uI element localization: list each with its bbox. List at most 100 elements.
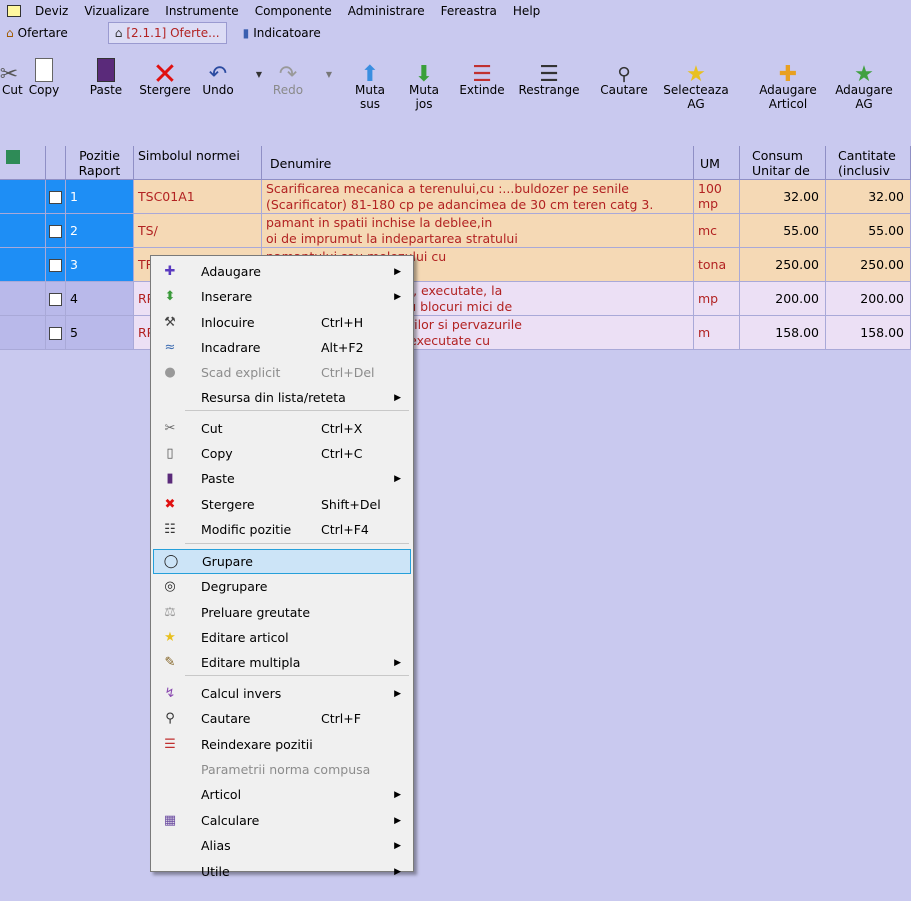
row-checkbox[interactable]: [49, 327, 62, 340]
row-checkbox[interactable]: [49, 293, 62, 306]
header-check[interactable]: [46, 146, 66, 180]
menu-deviz[interactable]: Deviz: [27, 4, 76, 18]
row-checkbox[interactable]: [49, 191, 62, 204]
menu-item-grupare[interactable]: ◯ Grupare: [153, 549, 411, 574]
row-check-cell[interactable]: [46, 282, 66, 316]
menu-item-stergere[interactable]: ✖ Stergere Shift+Del: [153, 492, 411, 517]
selecteaza-ag-button[interactable]: ★ Selecteaza AG: [660, 48, 732, 112]
row-indicator[interactable]: [0, 180, 46, 214]
cell-cantitate[interactable]: 32.00: [826, 180, 911, 214]
menu-item-paste[interactable]: ▮ Paste ▶: [153, 466, 411, 491]
row-checkbox[interactable]: [49, 259, 62, 272]
adaugare-articol-button[interactable]: ✚ Adaugare Articol: [756, 48, 820, 112]
redo-button[interactable]: ↷ Redo: [268, 48, 308, 98]
row-check-cell[interactable]: [46, 248, 66, 282]
app-menu-icon[interactable]: [7, 5, 21, 17]
cell-pozitie[interactable]: 2: [66, 214, 134, 248]
cautare-button[interactable]: ⚲ Cautare: [596, 48, 652, 98]
tab-oferte[interactable]: ⌂ [2.1.1] Oferte...: [107, 22, 227, 44]
menu-item-utile[interactable]: Utile ▶: [153, 859, 411, 884]
cell-um[interactable]: mp: [694, 282, 740, 316]
extinde-button[interactable]: ☰ Extinde: [454, 48, 510, 98]
header-cantitate[interactable]: Cantitate (inclusiv: [826, 146, 911, 180]
cell-um[interactable]: 100 mp: [694, 180, 740, 214]
tab-indicatoare[interactable]: ▮ Indicatoare: [237, 23, 327, 43]
menu-item-editare-articol[interactable]: ★ Editare articol: [153, 625, 411, 650]
menu-item-parametrii-norma-compusa[interactable]: Parametrii norma compusa: [153, 757, 411, 782]
menu-item-inlocuire[interactable]: ⚒ Inlocuire Ctrl+H: [153, 310, 411, 335]
row-checkbox[interactable]: [49, 225, 62, 238]
menu-item-articol[interactable]: Articol ▶: [153, 782, 411, 807]
menu-item-scad-explicit[interactable]: ● Scad explicit Ctrl+Del: [153, 360, 411, 385]
row-indicator[interactable]: [0, 248, 46, 282]
copy-button[interactable]: Copy: [24, 48, 64, 97]
cell-pozitie[interactable]: 4: [66, 282, 134, 316]
menu-fereastra[interactable]: Fereastra: [433, 4, 505, 18]
cell-simbol[interactable]: TSC01A1: [134, 180, 262, 214]
paste-button[interactable]: Paste: [86, 48, 126, 97]
row-check-cell[interactable]: [46, 214, 66, 248]
menu-item-resursa-din-lista-reteta[interactable]: Resursa din lista/reteta ▶: [153, 385, 411, 410]
header-pozitie[interactable]: Pozitie Raport: [66, 146, 134, 180]
cell-cantitate[interactable]: 200.00: [826, 282, 911, 316]
cell-um[interactable]: m: [694, 316, 740, 350]
menu-help[interactable]: Help: [505, 4, 548, 18]
submenu-arrow-icon: ▶: [394, 291, 401, 302]
cell-cantitate[interactable]: 55.00: [826, 214, 911, 248]
cell-pozitie[interactable]: 5: [66, 316, 134, 350]
cell-simbol[interactable]: TS/: [134, 214, 262, 248]
cell-consum[interactable]: 200.00: [740, 282, 826, 316]
undo-dropdown[interactable]: ▼: [252, 66, 266, 82]
muta-sus-button[interactable]: ⬆ Muta sus: [352, 48, 388, 112]
menu-componente[interactable]: Componente: [247, 4, 340, 18]
cell-um[interactable]: tona: [694, 248, 740, 282]
stergere-button[interactable]: ✕ Stergere: [136, 48, 194, 98]
row-indicator[interactable]: [0, 316, 46, 350]
row-check-cell[interactable]: [46, 316, 66, 350]
muta-jos-button[interactable]: ⬇ Muta jos: [406, 48, 442, 112]
cell-pozitie[interactable]: 3: [66, 248, 134, 282]
header-simbol[interactable]: Simbolul normei: [134, 146, 262, 180]
menu-item-editare-multipla[interactable]: ✎ Editare multipla ▶: [153, 650, 411, 675]
menu-item-preluare-greutate[interactable]: ⚖ Preluare greutate: [153, 600, 411, 625]
menu-item-calcul-invers[interactable]: ↯ Calcul invers ▶: [153, 681, 411, 706]
header-consum[interactable]: Consum Unitar de: [740, 146, 826, 180]
cell-cantitate[interactable]: 250.00: [826, 248, 911, 282]
menu-item-modific-pozitie[interactable]: ☷ Modific pozitie Ctrl+F4: [153, 517, 411, 542]
undo-button[interactable]: ↶ Undo: [198, 48, 238, 98]
cell-consum[interactable]: 55.00: [740, 214, 826, 248]
menu-item-calculare[interactable]: ▦ Calculare ▶: [153, 808, 411, 833]
row-indicator[interactable]: [0, 282, 46, 316]
menu-item-incadrare[interactable]: ≈ Incadrare Alt+F2: [153, 335, 411, 360]
cell-consum[interactable]: 250.00: [740, 248, 826, 282]
grid-corner[interactable]: [0, 146, 46, 180]
menu-instrumente[interactable]: Instrumente: [157, 4, 246, 18]
cell-pozitie[interactable]: 1: [66, 180, 134, 214]
cut-button[interactable]: ✂ Cut: [0, 48, 23, 98]
menu-item-degrupare[interactable]: ◎ Degrupare: [153, 574, 411, 599]
cell-denumire[interactable]: pamant in spatii inchise la deblee,in oi …: [262, 214, 694, 248]
cell-cantitate-text: 158.00: [860, 325, 904, 340]
row-check-cell[interactable]: [46, 180, 66, 214]
cell-consum[interactable]: 158.00: [740, 316, 826, 350]
redo-dropdown[interactable]: ▼: [322, 66, 336, 82]
menu-item-adaugare[interactable]: ✚ Adaugare ▶: [153, 259, 411, 284]
menu-item-cut[interactable]: ✂ Cut Ctrl+X: [153, 416, 411, 441]
menu-item-cautare[interactable]: ⚲ Cautare Ctrl+F: [153, 706, 411, 731]
cell-um[interactable]: mc: [694, 214, 740, 248]
menu-vizualizare[interactable]: Vizualizare: [76, 4, 157, 18]
restrange-button[interactable]: ☰ Restrange: [516, 48, 582, 98]
menu-item-reindexare-pozitii[interactable]: ☰ Reindexare pozitii: [153, 732, 411, 757]
menu-item-alias[interactable]: Alias ▶: [153, 833, 411, 858]
cell-consum[interactable]: 32.00: [740, 180, 826, 214]
cell-denumire[interactable]: Scarificarea mecanica a terenului,cu :..…: [262, 180, 694, 214]
menu-administrare[interactable]: Administrare: [340, 4, 433, 18]
tab-ofertare[interactable]: ⌂ Ofertare: [0, 23, 74, 43]
menu-item-inserare[interactable]: ⬍ Inserare ▶: [153, 284, 411, 309]
cell-cantitate[interactable]: 158.00: [826, 316, 911, 350]
adaugare-ag-button[interactable]: ★ Adaugare AG: [832, 48, 896, 112]
header-denumire[interactable]: Denumire: [262, 146, 694, 180]
row-indicator[interactable]: [0, 214, 46, 248]
menu-item-copy[interactable]: ▯ Copy Ctrl+C: [153, 441, 411, 466]
header-um[interactable]: UM: [694, 146, 740, 180]
